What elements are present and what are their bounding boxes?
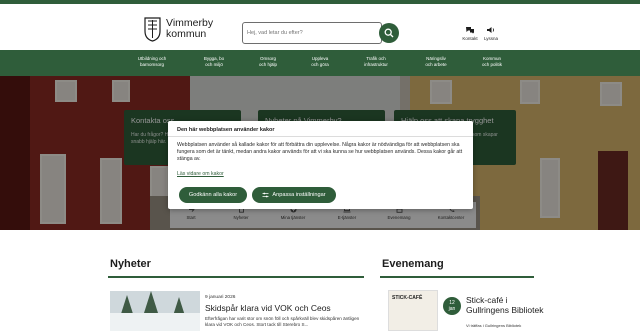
event-month: jan <box>448 306 456 312</box>
event-location: Vi träffas i Gullringens Bibliotek <box>466 323 522 328</box>
news-image[interactable] <box>110 291 200 331</box>
main-navigation: Utbildning och barnomsorg Bygga, bo och mi… <box>0 50 640 76</box>
coat-of-arms-icon[interactable] <box>143 16 162 42</box>
listen-tool[interactable]: Lyssna <box>479 26 503 41</box>
news-image-tree <box>144 291 158 313</box>
customize-cookies-label: Anpassa inställningar <box>272 192 326 198</box>
search-box <box>242 22 382 44</box>
news-image-snow <box>110 313 200 331</box>
cookie-dialog-title: Den här webbplatsen använder kakor <box>177 127 275 133</box>
search-input[interactable] <box>247 26 377 40</box>
nav-item-line2: och politik <box>481 61 502 67</box>
events-heading: Evenemang <box>382 258 444 270</box>
nav-item-line2: och hjälp <box>258 61 277 67</box>
event-date-badge: 12 jan <box>443 297 461 315</box>
nav-item-line2: och miljö <box>205 61 223 67</box>
nav-item-line2: och göra <box>311 61 329 67</box>
nav-item-kommun[interactable]: Kommun och politik <box>466 56 518 67</box>
nav-item-line2: barnomsorg <box>139 61 164 67</box>
news-heading-rule <box>108 276 364 278</box>
site-logo-text[interactable]: Vimmerby kommun <box>166 18 213 40</box>
news-excerpt: Efterfrågan har varit stor om snön föll … <box>205 316 360 327</box>
contact-label: Kontakt <box>462 36 478 41</box>
news-heading: Nyheter <box>110 258 151 270</box>
nav-item-omsorg[interactable]: Omsorg och hjälp <box>242 56 294 67</box>
cookie-read-more-link[interactable]: Läs vidare om kakor <box>177 171 224 177</box>
events-heading-rule <box>380 276 534 278</box>
nav-item-trafik[interactable]: Trafik och infrastruktur <box>350 56 402 67</box>
nav-item-line2: och arbete <box>425 61 447 67</box>
nav-item-line2: infrastruktur <box>364 61 388 67</box>
accept-all-cookies-label: Godkänn alla kakor <box>188 192 238 198</box>
event-image-text: STICK-CAFÉ <box>392 295 423 301</box>
nav-item-uppleva[interactable]: Uppleva och göra <box>294 56 346 67</box>
customize-cookies-button[interactable]: Anpassa inställningar <box>252 187 336 203</box>
news-date: 9 januari 2026 <box>205 295 236 300</box>
search-icon <box>384 28 394 38</box>
nav-item-bygga[interactable]: Bygga, bo och miljö <box>188 56 240 67</box>
cookie-consent-dialog: Den här webbplatsen använder kakor Webbp… <box>168 121 473 209</box>
news-title[interactable]: Skidspår klara vid VOK och Ceos <box>205 303 331 313</box>
nav-item-naringsliv[interactable]: Näringsliv och arbete <box>410 56 462 67</box>
event-title[interactable]: Stick-café i Gullringens Bibliotek <box>466 295 546 315</box>
sliders-icon <box>262 192 269 198</box>
chat-icon <box>466 27 474 34</box>
accept-all-cookies-button[interactable]: Godkänn alla kakor <box>179 187 247 203</box>
site-header: Vimmerby kommun Kontakt Lyssna <box>0 4 640 50</box>
listen-label: Lyssna <box>483 36 499 41</box>
nav-item-utbildning[interactable]: Utbildning och barnomsorg <box>126 56 178 67</box>
cookie-dialog-body: Webbplatsen använder så kallade kakor fö… <box>177 142 463 162</box>
event-image[interactable]: STICK-CAFÉ <box>388 290 438 331</box>
cookie-dialog-divider <box>168 136 473 137</box>
search-button[interactable] <box>379 23 399 43</box>
brand-name-line2: kommun <box>166 28 207 40</box>
speaker-icon <box>487 27 494 33</box>
